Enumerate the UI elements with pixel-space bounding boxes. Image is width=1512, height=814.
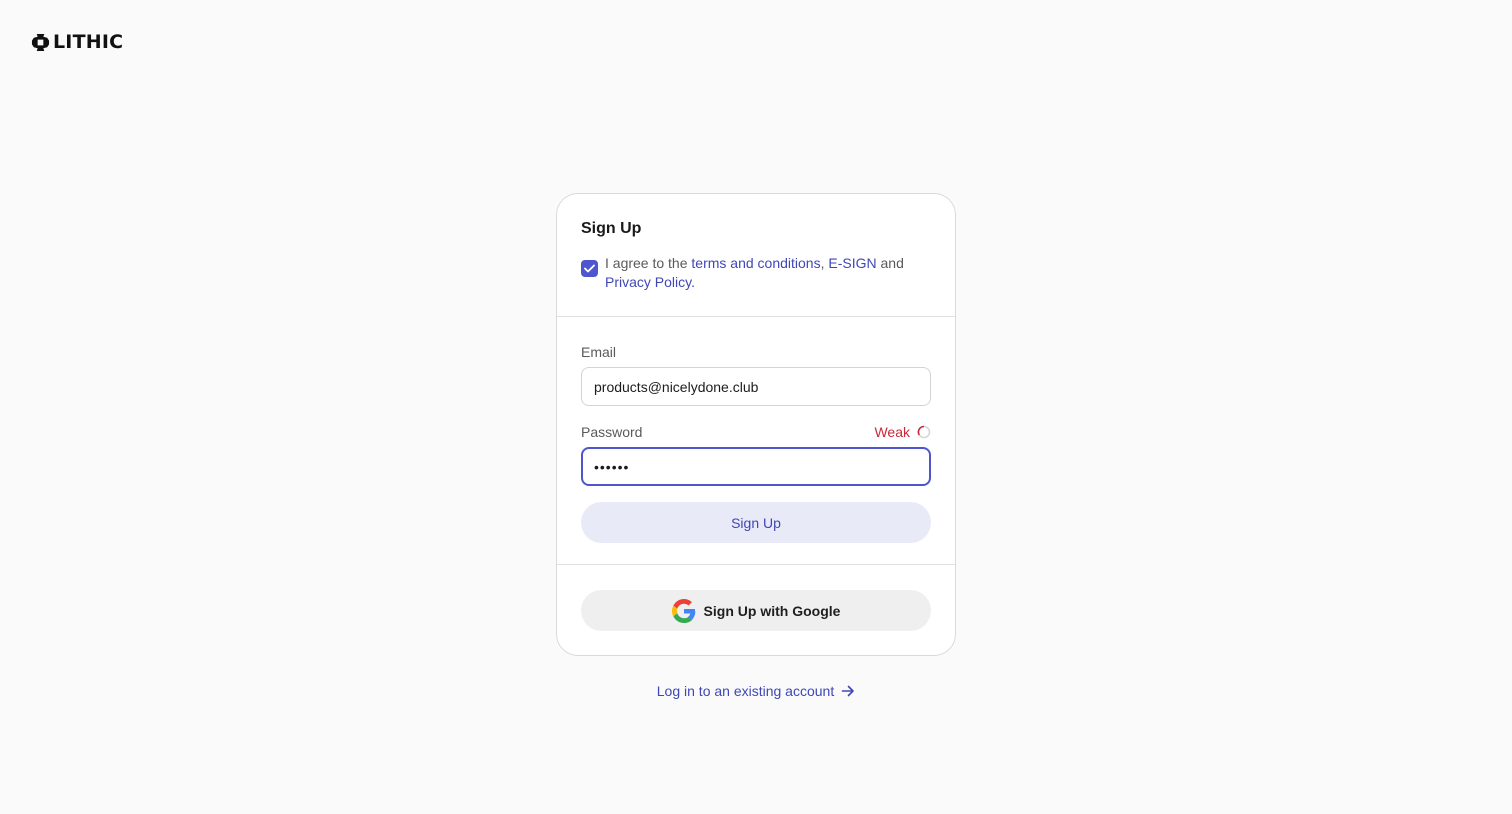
sign-up-button[interactable]: Sign Up bbox=[581, 502, 931, 543]
password-strength-label: Weak bbox=[874, 424, 910, 440]
password-label: Password bbox=[581, 424, 643, 440]
privacy-policy-link[interactable]: Privacy Policy bbox=[605, 274, 691, 290]
password-strength: Weak bbox=[874, 424, 931, 440]
arrow-right-icon bbox=[841, 685, 855, 697]
terms-link[interactable]: terms and conditions bbox=[691, 255, 820, 271]
signup-card: Sign Up I agree to the terms and conditi… bbox=[556, 193, 956, 656]
agreement-row: I agree to the terms and conditions, E-S… bbox=[581, 254, 931, 292]
sign-up-with-google-button[interactable]: Sign Up with Google bbox=[581, 590, 931, 631]
login-link-label: Log in to an existing account bbox=[656, 683, 835, 699]
oauth-section: Sign Up with Google bbox=[557, 565, 955, 631]
email-value: products@nicelydone.club bbox=[594, 378, 759, 395]
password-value: •••••• bbox=[594, 458, 630, 475]
check-icon bbox=[584, 264, 595, 273]
google-icon bbox=[671, 598, 695, 623]
agreement-prefix: I agree to the bbox=[605, 255, 692, 271]
password-field[interactable]: •••••• bbox=[581, 447, 931, 486]
agree-checkbox[interactable] bbox=[581, 260, 598, 277]
strength-ring-icon bbox=[917, 425, 931, 439]
agreement-section: Sign Up I agree to the terms and conditi… bbox=[557, 194, 955, 317]
brand-logo[interactable]: LITHIC bbox=[31, 33, 123, 52]
agreement-text: I agree to the terms and conditions, E-S… bbox=[605, 254, 904, 292]
agreement-and: and bbox=[880, 255, 904, 271]
esign-link[interactable]: E-SIGN bbox=[828, 255, 876, 271]
google-button-label: Sign Up with Google bbox=[703, 602, 841, 619]
email-label: Email bbox=[581, 344, 617, 360]
email-field[interactable]: products@nicelydone.club bbox=[581, 367, 931, 406]
login-link[interactable]: Log in to an existing account bbox=[0, 683, 1512, 699]
brand-name: LITHIC bbox=[53, 31, 124, 53]
card-title: Sign Up bbox=[581, 220, 642, 237]
credentials-section: Email products@nicelydone.club Password … bbox=[557, 317, 955, 565]
agreement-period: . bbox=[691, 274, 695, 290]
agreement-comma: , bbox=[820, 255, 825, 271]
lithic-logo-icon bbox=[31, 33, 50, 52]
